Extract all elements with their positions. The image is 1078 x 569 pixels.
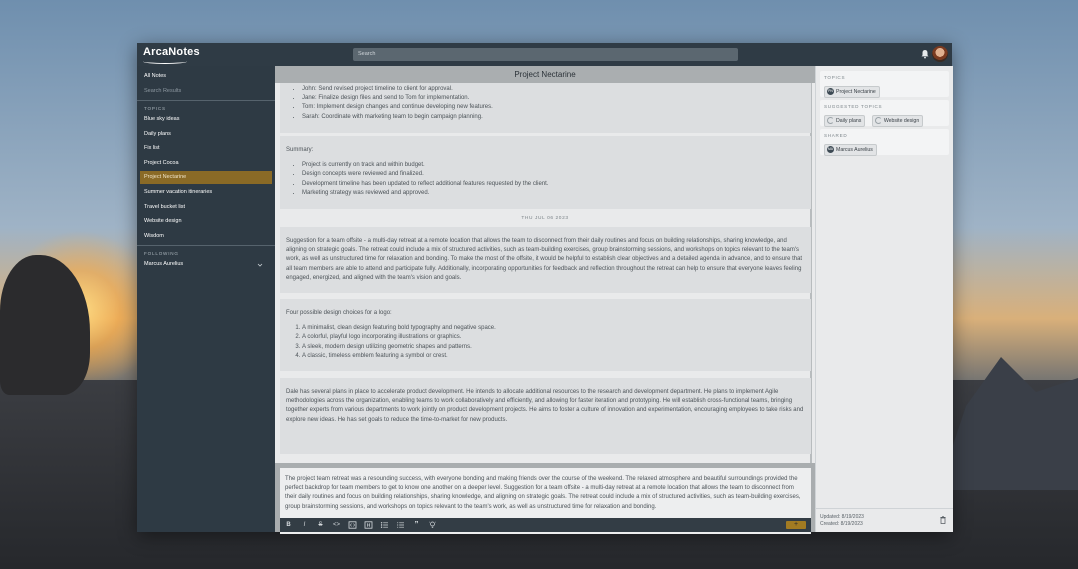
list-item: Tom: Implement design changes and contin…: [302, 103, 805, 112]
user-avatar-icon: MA: [827, 145, 834, 153]
editor-toolbar: B I S <> ” +: [280, 518, 811, 532]
user-avatar[interactable]: [932, 46, 948, 62]
list-item: Sarah: Coordinate with marketing team to…: [302, 113, 805, 122]
note-list: A minimalist, clean design featuring bol…: [286, 324, 805, 361]
sidebar-item-project-cocoa[interactable]: Project Cocoa: [140, 157, 272, 170]
bold-button[interactable]: B: [284, 521, 293, 529]
note-label: Four possible design choices for a logo:: [286, 310, 392, 316]
loading-ring-icon: [827, 116, 834, 124]
strikethrough-button[interactable]: S: [316, 521, 325, 529]
chip-label: Website design: [883, 117, 920, 124]
sidebar-item-summer-vacation-itineraries[interactable]: Summer vacation itineraries: [140, 186, 272, 199]
add-note-button[interactable]: +: [786, 521, 806, 529]
topics-panel: TOPICS PN Project Nectarine: [820, 71, 949, 98]
heading-icon[interactable]: [364, 521, 373, 529]
bullet-list-icon[interactable]: [380, 521, 389, 529]
following-heading: FOLLOWING: [144, 251, 179, 256]
list-item: Jane: Finalize design files and send to …: [302, 94, 805, 103]
topic-chip-project-nectarine[interactable]: PN Project Nectarine: [824, 85, 880, 98]
sidebar-item-project-nectarine[interactable]: Project Nectarine: [140, 171, 272, 184]
code-button[interactable]: <>: [332, 521, 341, 529]
chip-label: Project Nectarine: [836, 88, 876, 95]
italic-button[interactable]: I: [300, 521, 309, 529]
list-item: A sleek, modern design utilizing geometr…: [302, 343, 805, 352]
note-card[interactable]: John: Send revised project timeline to c…: [280, 83, 811, 133]
sidebar-divider: [137, 100, 275, 101]
suggested-chip-website-design[interactable]: Website design: [871, 114, 924, 127]
shared-chip-marcus-aurelius[interactable]: MA Marcus Aurelius: [824, 143, 877, 156]
topic-avatar-icon: PN: [827, 87, 834, 95]
note-card[interactable]: Summary: Project is currently on track a…: [280, 136, 811, 209]
app-logo[interactable]: ArcaNotes: [143, 46, 200, 64]
note-list: Project is currently on track and within…: [286, 161, 805, 198]
sidebar-item-wisdom[interactable]: Wisdom: [140, 230, 272, 243]
note-list: John: Send revised project timeline to c…: [286, 85, 805, 122]
top-bar: ArcaNotes Search: [137, 43, 952, 66]
app-window: ArcaNotes Search All Notes Search Result…: [137, 43, 953, 534]
topics-heading: TOPICS: [144, 106, 166, 111]
note-text: Suggestion for a team offsite - a multi-…: [286, 238, 803, 281]
chip-label: Daily plans: [836, 117, 862, 124]
list-item: Marketing strategy was reviewed and appr…: [302, 189, 805, 198]
suggested-chip-daily-plans[interactable]: Daily plans: [824, 114, 866, 127]
bell-icon[interactable]: [920, 49, 930, 59]
panel-heading: TOPICS: [824, 75, 846, 80]
main-notes-pane: Project Nectarine John: Send revised pro…: [275, 66, 815, 534]
note-label: Summary:: [286, 147, 314, 153]
created-date: Created: 8/19/2023: [820, 521, 863, 527]
list-item: John: Send revised project timeline to c…: [302, 85, 805, 94]
numbered-list-icon[interactable]: [396, 521, 405, 529]
page-title: Project Nectarine: [275, 66, 815, 83]
note-text: Dale has several plans in place to accel…: [286, 389, 804, 423]
suggested-topics-panel: SUGGESTED TOPICS Daily plans Website des…: [820, 100, 949, 127]
loading-ring-icon: [874, 116, 882, 124]
trash-icon[interactable]: [940, 516, 946, 524]
list-item: A colorful, playful logo incorporating i…: [302, 333, 805, 342]
sidebar-item-fix-list[interactable]: Fix list: [140, 142, 272, 155]
sidebar-item-all-notes[interactable]: All Notes: [144, 73, 166, 79]
sidebar-item-travel-bucket-list[interactable]: Travel bucket list: [140, 201, 272, 214]
list-item: Development timeline has been updated to…: [302, 180, 805, 189]
chip-label: Marcus Aurelius: [836, 146, 873, 153]
lightbulb-icon[interactable]: [428, 521, 437, 529]
code-block-icon[interactable]: [348, 521, 357, 529]
sidebar-item-blue-sky-ideas[interactable]: Blue sky ideas: [140, 113, 272, 126]
list-item: A minimalist, clean design featuring bol…: [302, 324, 805, 333]
note-card[interactable]: Suggestion for a team offsite - a multi-…: [280, 227, 811, 293]
sidebar-item-daily-plans[interactable]: Daily plans: [140, 128, 272, 141]
panel-heading: SUGGESTED TOPICS: [824, 104, 883, 109]
list-item: Project is currently on track and within…: [302, 161, 805, 170]
logo-swoosh: [143, 59, 187, 64]
search-input[interactable]: Search: [353, 48, 738, 61]
sidebar: All Notes Search Results TOPICS Blue sky…: [137, 66, 275, 532]
sidebar-item-search-results[interactable]: Search Results: [144, 88, 181, 94]
chevron-down-icon[interactable]: [257, 262, 263, 268]
note-card[interactable]: Dale has several plans in place to accel…: [280, 378, 811, 454]
panel-heading: SHARED: [824, 133, 848, 138]
sidebar-divider: [137, 245, 275, 246]
list-item: A classic, timeless emblem featuring a s…: [302, 352, 805, 361]
date-separator: THU JUL 06 2023: [521, 216, 569, 221]
logo-text: ArcaNotes: [143, 46, 200, 58]
shared-panel: SHARED MA Marcus Aurelius: [820, 129, 949, 156]
sidebar-item-marcus-aurelius[interactable]: Marcus Aurelius: [140, 258, 272, 271]
quote-button[interactable]: ”: [412, 521, 421, 529]
details-panel: TOPICS PN Project Nectarine SUGGESTED TOP…: [815, 66, 953, 532]
panel-divider: [816, 508, 953, 509]
sidebar-item-website-design[interactable]: Website design: [140, 215, 272, 228]
updated-date: Updated: 8/19/2023: [820, 514, 864, 520]
note-card[interactable]: Four possible design choices for a logo:…: [280, 299, 811, 371]
list-item: Design concepts were reviewed and finali…: [302, 170, 805, 179]
